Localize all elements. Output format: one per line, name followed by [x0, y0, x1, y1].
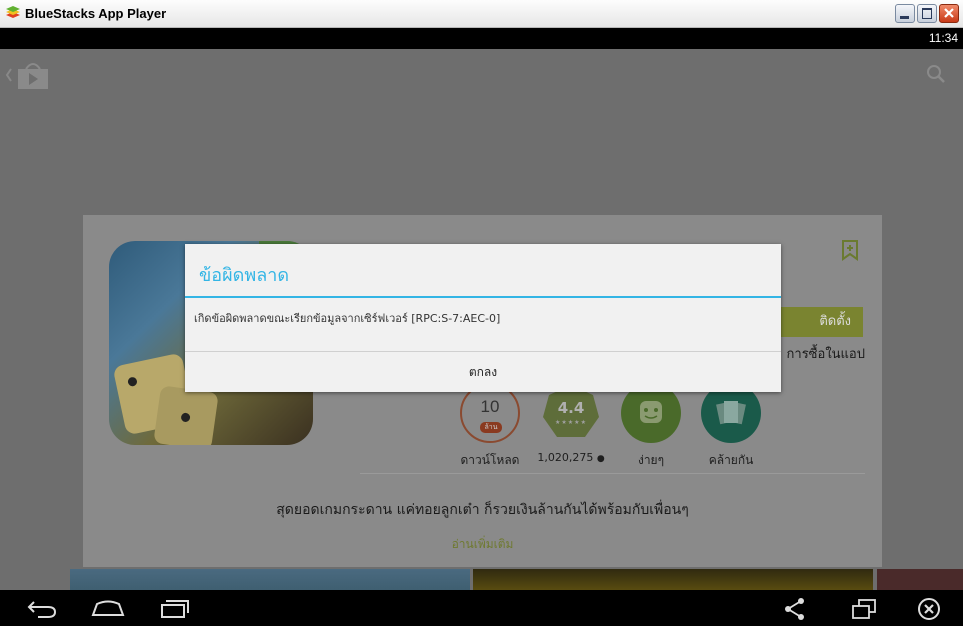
screenshot-thumbnail[interactable]: [877, 569, 963, 590]
rating-stars: ★★★★★: [555, 419, 587, 426]
home-icon[interactable]: [91, 598, 125, 618]
ok-button[interactable]: ตกลง: [185, 352, 781, 392]
dialog-title-divider: [185, 296, 781, 298]
maximize-button[interactable]: [917, 4, 937, 23]
easy-stat[interactable]: ง่ายๆ: [611, 383, 691, 470]
person-icon: ●: [596, 454, 605, 464]
minimize-button[interactable]: [895, 4, 915, 23]
window-titlebar: BlueStacks App Player: [0, 0, 963, 28]
downloads-label: ดาวน์โหลด: [460, 453, 520, 467]
divider: [360, 473, 865, 474]
screenshot-thumbnail[interactable]: [473, 569, 873, 590]
similar-cards-icon: [716, 401, 746, 425]
downloads-stat: 10 ล้าน ดาวน์โหลด: [450, 383, 530, 470]
similar-badge: [701, 383, 761, 443]
downloads-count: 10: [480, 397, 500, 416]
search-icon[interactable]: [925, 63, 947, 85]
back-icon[interactable]: [26, 598, 58, 620]
recent-apps-icon[interactable]: [159, 598, 191, 620]
similar-stat[interactable]: คล้ายกัน: [691, 383, 771, 470]
android-statusbar: 11:34: [0, 28, 963, 49]
close-app-icon[interactable]: [917, 597, 941, 621]
screenshot-thumbnail[interactable]: [70, 569, 470, 590]
back-play-store-icon[interactable]: [5, 63, 51, 89]
downloads-badge: 10 ล้าน: [460, 383, 520, 443]
easy-label: ง่ายๆ: [637, 453, 665, 467]
rating-stat: 4.4 ★★★★★ 1,020,275 ●: [531, 383, 611, 464]
android-navbar: [0, 590, 963, 626]
rating-badge: 4.4 ★★★★★: [541, 383, 601, 443]
action-bar: [0, 49, 963, 99]
bluestacks-logo-icon: [6, 6, 20, 18]
easy-badge: [621, 383, 681, 443]
dice-graphic: [153, 385, 219, 445]
dialog-title: ข้อผิดพลาด: [199, 265, 290, 286]
rotate-screen-icon[interactable]: [851, 598, 877, 620]
rating-count: 1,020,275: [537, 451, 594, 464]
wishlist-bookmark-icon[interactable]: [841, 239, 859, 261]
read-more-link[interactable]: อ่านเพิ่มเติม: [83, 535, 882, 554]
dialog-message: เกิดข้อผิดพลาดขณะเรียกข้อมูลจากเซิร์ฟเวอ…: [194, 312, 501, 325]
app-description: สุดยอดเกมกระดาน แค่ทอยลูกเต๋า ก็รวยเงินล…: [276, 502, 689, 518]
casual-face-icon: [640, 401, 662, 423]
share-icon[interactable]: [783, 597, 807, 621]
window-title: BlueStacks App Player: [25, 6, 167, 21]
close-button[interactable]: [939, 4, 959, 23]
install-button[interactable]: ติดตั้ง: [773, 307, 863, 337]
rating-count-row: 1,020,275 ●: [531, 451, 611, 464]
similar-label: คล้ายกัน: [708, 453, 754, 467]
downloads-unit: ล้าน: [480, 422, 502, 433]
close-icon: [944, 8, 954, 18]
rating-value: 4.4: [557, 399, 585, 417]
error-dialog: ข้อผิดพลาด เกิดข้อผิดพลาดขณะเรียกข้อมูลจ…: [185, 244, 781, 392]
status-clock: 11:34: [928, 31, 958, 45]
in-app-purchases-label: การซื้อในแอป: [786, 347, 865, 362]
